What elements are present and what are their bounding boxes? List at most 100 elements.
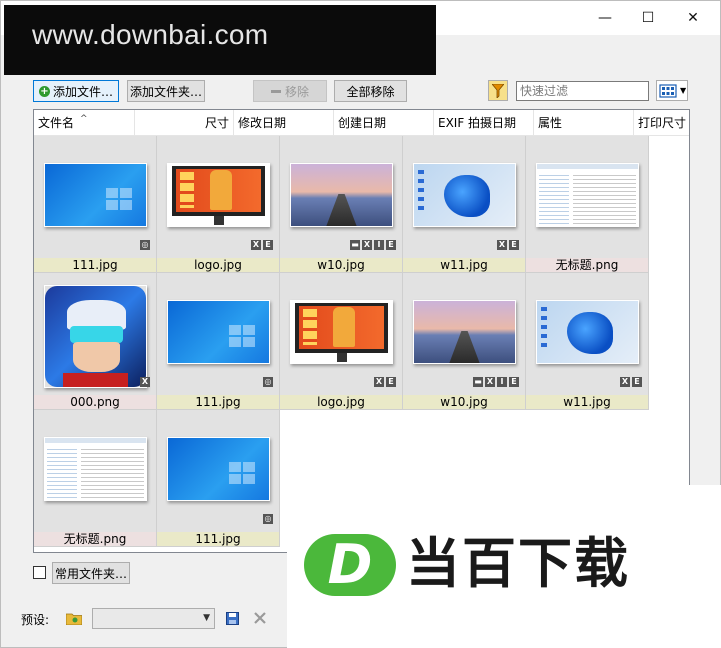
thumbnail-item[interactable]: X Ew11.jpg (403, 136, 526, 273)
minimize-icon: — (598, 10, 612, 26)
save-icon (225, 611, 239, 625)
badge-group: X (140, 377, 150, 387)
column-size[interactable]: 尺寸 (135, 110, 234, 136)
thumbnail-image (536, 300, 639, 364)
remove-all-button[interactable]: 全部移除 (334, 80, 407, 102)
watermark-text: www.downbai.com (32, 19, 269, 50)
thumbnail-image (44, 285, 147, 388)
thumbnail-caption: 无标题.png (34, 532, 156, 546)
remove-label: 移除 (284, 84, 309, 99)
column-created[interactable]: 创建日期 (334, 110, 434, 136)
view-mode-button[interactable]: ▼ (656, 80, 688, 101)
thumbnail-item[interactable]: ▬ X I E w10.jpg (403, 273, 526, 410)
preset-select[interactable]: ▼ (92, 608, 215, 629)
sort-up-icon: ^ (80, 114, 88, 124)
thumbnail-image (44, 437, 147, 501)
funnel-icon (492, 83, 504, 98)
app-window: — ☐ ✕ www.downbai.com + 添加文件… 添加文件夹… 移除 … (0, 0, 721, 648)
remove-button[interactable]: 移除 (253, 80, 327, 102)
thumbnail-caption: w10.jpg (280, 258, 402, 272)
thumbnail-item[interactable]: X 000.png (34, 273, 157, 410)
column-attributes[interactable]: 属性 (534, 110, 634, 136)
column-modified[interactable]: 修改日期 (234, 110, 334, 136)
column-exif-date[interactable]: EXIF 拍摄日期 (434, 110, 534, 136)
logo-text: 当百下载 (406, 532, 630, 595)
column-exif-label: EXIF 拍摄日期 (438, 116, 517, 130)
site-logo: D 当百下载 (287, 485, 721, 648)
thumbnail-caption: logo.jpg (280, 395, 402, 409)
watermark-banner: www.downbai.com (4, 5, 436, 75)
common-folder-checkbox[interactable] (33, 566, 46, 579)
metadata-badge-icon: X (485, 377, 495, 387)
thumbnail-caption: 无标题.png (526, 258, 648, 272)
thumbnail-item[interactable]: 无标题.png (34, 410, 157, 547)
metadata-badge-icon: ◎ (263, 377, 273, 387)
thumbnail-image (413, 300, 516, 364)
add-file-button[interactable]: + 添加文件… (33, 80, 119, 102)
column-print-size-label: 打印尺寸 (638, 116, 687, 130)
thumbnail-image (167, 300, 270, 364)
metadata-badge-icon: X (362, 240, 372, 250)
preset-label: 预设: (21, 613, 50, 627)
thumbnail-item[interactable]: ◎ 111.jpg (157, 273, 280, 410)
column-attributes-label: 属性 (538, 116, 563, 130)
column-filename[interactable]: ^ 文件名 (34, 110, 135, 136)
metadata-badge-icon: X (251, 240, 261, 250)
thumbnail-caption: 111.jpg (34, 258, 156, 272)
metadata-badge-icon: I (497, 377, 507, 387)
save-preset-button[interactable] (223, 608, 241, 628)
quick-filter-input[interactable]: 快速过滤 (516, 81, 649, 101)
badge-group: ▬ X I E (473, 377, 519, 387)
add-folder-button[interactable]: 添加文件夹… (127, 80, 205, 102)
thumbnail-caption: logo.jpg (157, 258, 279, 272)
badge-group: XE (251, 240, 273, 250)
remove-all-label: 全部移除 (346, 84, 395, 99)
minimize-button[interactable]: — (582, 1, 628, 35)
badge-group: ▬ X I E (350, 240, 396, 250)
grid-view-icon (659, 83, 677, 98)
common-folder-button[interactable]: 常用文件夹… (52, 562, 130, 584)
close-button[interactable]: ✕ (670, 1, 716, 35)
column-print-size[interactable]: 打印尺寸 (634, 110, 689, 136)
thumbnail-image (536, 163, 639, 227)
metadata-badge-icon: X (140, 377, 150, 387)
thumbnail-caption: 000.png (34, 395, 156, 409)
thumbnail-item[interactable]: 无标题.png (526, 136, 649, 273)
thumbnail-item[interactable]: ◎ 111.jpg (157, 410, 280, 547)
metadata-badge-icon: ◎ (140, 240, 150, 250)
delete-preset-button[interactable] (251, 608, 269, 628)
logo-badge: D (304, 534, 396, 596)
metadata-badge-icon: E (632, 377, 642, 387)
thumbnail-item[interactable]: ▬ X I E w10.jpg (280, 136, 403, 273)
badge-group: ◎ (140, 240, 150, 250)
metadata-badge-icon: ▬ (350, 240, 360, 250)
metadata-badge-icon: ◎ (263, 514, 273, 524)
metadata-badge-icon: E (386, 377, 396, 387)
filter-button[interactable] (488, 80, 508, 101)
folder-icon (66, 613, 82, 625)
add-icon: + (38, 85, 50, 97)
metadata-badge-icon: X (374, 377, 384, 387)
column-size-label: 尺寸 (204, 116, 229, 130)
badge-group: ◎ (263, 514, 273, 524)
column-created-label: 创建日期 (338, 116, 387, 130)
metadata-badge-icon: X (497, 240, 507, 250)
column-filename-label: 文件名 (38, 116, 75, 130)
delete-icon (254, 612, 266, 624)
remove-icon (270, 89, 281, 93)
column-modified-label: 修改日期 (238, 116, 287, 130)
thumbnail-image (413, 163, 516, 227)
logo-letter: D (327, 533, 373, 596)
thumbnail-caption: w11.jpg (526, 395, 648, 409)
thumbnail-image (290, 300, 393, 364)
add-file-label: 添加文件… (52, 84, 113, 99)
open-folder-button[interactable] (64, 608, 84, 628)
thumbnail-item[interactable]: X Ew11.jpg (526, 273, 649, 410)
thumbnail-item[interactable]: ◎ 111.jpg (34, 136, 157, 273)
maximize-button[interactable]: ☐ (625, 1, 671, 35)
thumbnail-caption: w10.jpg (403, 395, 525, 409)
thumbnail-item[interactable]: X Elogo.jpg (280, 273, 403, 410)
thumbnail-image (44, 163, 147, 227)
thumbnail-item[interactable]: X E logo.jpg (157, 136, 280, 273)
add-folder-label: 添加文件夹… (129, 84, 202, 99)
